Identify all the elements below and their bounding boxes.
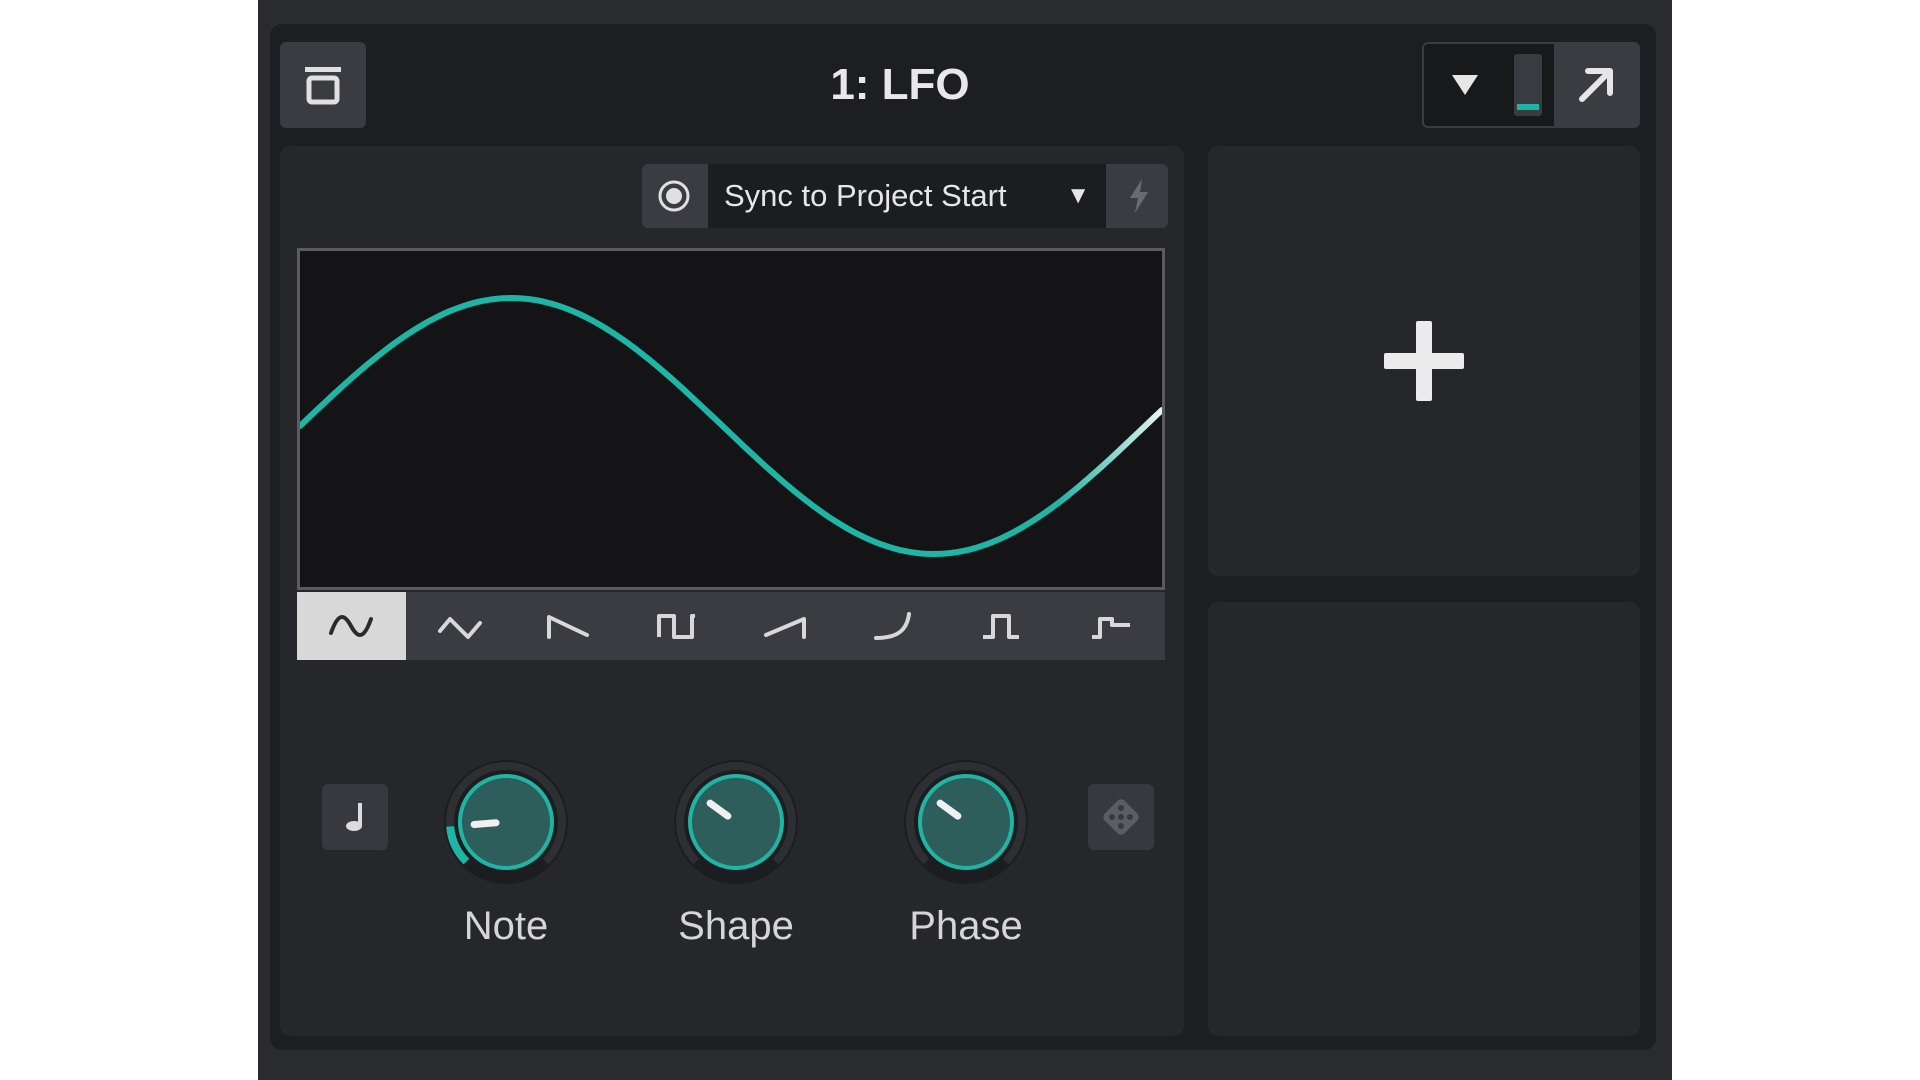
phase-knob-control: Phase [896, 752, 1036, 972]
arrow-up-right-icon [1579, 68, 1613, 102]
note-knob-label: Note [463, 904, 549, 948]
shape-knob[interactable] [666, 752, 806, 892]
empty-modulation-slot [1208, 602, 1640, 1036]
log-curve-icon [873, 612, 911, 640]
waveform-curve [297, 294, 1165, 558]
sync-bar: Sync to Project Start ▼ [642, 164, 1168, 228]
shape-pulse-button[interactable] [948, 592, 1057, 660]
panel-title: 1: LFO [830, 60, 970, 109]
shape-sine-button[interactable] [297, 592, 406, 660]
plus-icon [1384, 321, 1464, 401]
radio-target-icon [658, 180, 690, 212]
ramp-down-wave-icon [547, 615, 590, 639]
phase-knob-label: Phase [909, 904, 1023, 948]
add-modulation-slot[interactable] [1208, 146, 1640, 576]
sync-mode-label: Sync to Project Start [724, 178, 1007, 213]
note-sync-toggle[interactable] [322, 784, 388, 850]
triangle-down-icon [1452, 75, 1478, 95]
shape-square-button[interactable] [623, 592, 732, 660]
waveform-svg [297, 294, 1165, 558]
activity-meter-fill [1517, 103, 1539, 110]
shape-step-button[interactable] [1057, 592, 1166, 660]
sync-mode-select[interactable]: Sync to Project Start ▼ [708, 164, 1106, 228]
randomize-phase-button[interactable] [1088, 784, 1154, 850]
trigger-button[interactable] [1110, 164, 1168, 228]
square-wave-icon [656, 614, 695, 639]
chevron-down-icon: ▼ [1066, 182, 1090, 209]
popout-button[interactable] [1554, 44, 1638, 126]
step-wave-icon [1091, 617, 1130, 639]
phase-knob[interactable] [896, 752, 1036, 892]
header-controls [1422, 42, 1640, 128]
collapse-panel-icon [305, 67, 341, 105]
triangle-wave-icon [437, 617, 482, 639]
pulse-wave-icon [983, 614, 1020, 639]
note-knob[interactable] [436, 752, 576, 892]
dice-icon [1103, 799, 1139, 835]
shape-ramp-up-button[interactable] [731, 592, 840, 660]
shape-knob-control: Shape [666, 752, 806, 972]
knob-body [688, 774, 784, 870]
shape-triangle-button[interactable] [406, 592, 515, 660]
shape-log-button[interactable] [840, 592, 949, 660]
activity-meter [1514, 54, 1542, 116]
sine-wave-icon [329, 615, 374, 637]
music-note-icon [346, 803, 362, 831]
waveform-shape-selector [297, 592, 1165, 660]
ramp-up-wave-icon [764, 617, 807, 639]
shape-ramp-down-button[interactable] [514, 592, 623, 660]
shape-knob-label: Shape [678, 904, 794, 948]
collapse-button[interactable] [280, 42, 366, 128]
note-knob-control: Note [436, 752, 576, 972]
options-dropdown-button[interactable] [1424, 44, 1506, 126]
knob-body [918, 774, 1014, 870]
lightning-icon [1130, 179, 1148, 213]
waveform-display [297, 248, 1165, 590]
sync-enable-toggle[interactable] [642, 164, 706, 228]
knob-pointer [470, 819, 500, 829]
